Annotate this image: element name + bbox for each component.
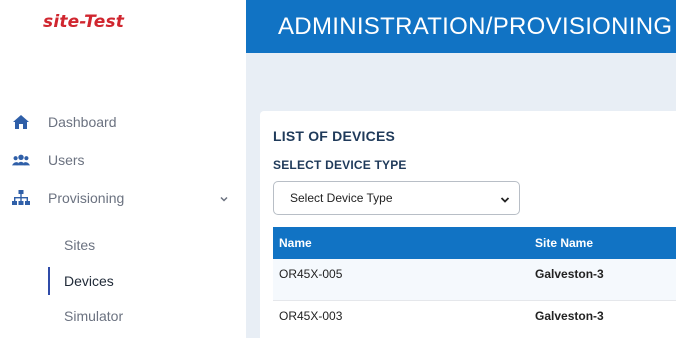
chevron-down-icon[interactable] [218,192,230,204]
sidebar-item-label: Provisioning [48,190,125,206]
table-header: Name Site Name [273,227,676,259]
site-name-cell: Galveston-3 [535,309,604,323]
table-row[interactable]: OR45X-003 Galveston-3 [273,301,676,338]
sidebar-item-label: Users [48,152,85,168]
sidebar-subitem-label: Simulator [64,308,124,324]
device-type-select[interactable]: Select Device Type [273,181,520,215]
select-device-type-label: SELECT DEVICE TYPE [273,158,407,172]
page-header: ADMINISTRATION/PROVISIONING [246,0,676,53]
sidebar-item-label: Dashboard [48,114,117,130]
device-name-cell: OR45X-003 [279,309,343,323]
sidebar-subitem-sites[interactable]: Sites [48,231,246,259]
sidebar-item-dashboard[interactable]: Dashboard [0,108,246,136]
home-icon [12,113,30,131]
sidebar-subitem-simulator[interactable]: Simulator [48,302,246,330]
device-name-cell: OR45X-005 [279,267,343,281]
card-title: LIST OF DEVICES [273,128,396,144]
table-row[interactable]: OR45X-005 Galveston-3 [273,259,676,301]
sidebar-item-provisioning[interactable]: Provisioning [0,184,246,212]
devices-card: LIST OF DEVICES SELECT DEVICE TYPE Selec… [260,111,676,338]
device-type-select-value: Select Device Type [290,191,393,205]
site-name-cell: Galveston-3 [535,267,604,281]
sidebar-subitem-label: Sites [64,237,96,253]
sidebar: site-Test Dashboard Users Provisioning S… [0,0,246,338]
page-title: ADMINISTRATION/PROVISIONING [278,12,673,40]
column-header-site-name[interactable]: Site Name [535,236,593,250]
app-logo[interactable]: site-Test [43,12,124,32]
sitemap-icon [12,189,30,207]
sidebar-subitem-devices[interactable]: Devices [48,267,246,295]
column-header-name[interactable]: Name [279,236,312,250]
users-icon [12,151,30,169]
chevron-down-icon [499,193,511,205]
sidebar-item-users[interactable]: Users [0,146,246,174]
sidebar-subitem-label: Devices [64,273,114,289]
